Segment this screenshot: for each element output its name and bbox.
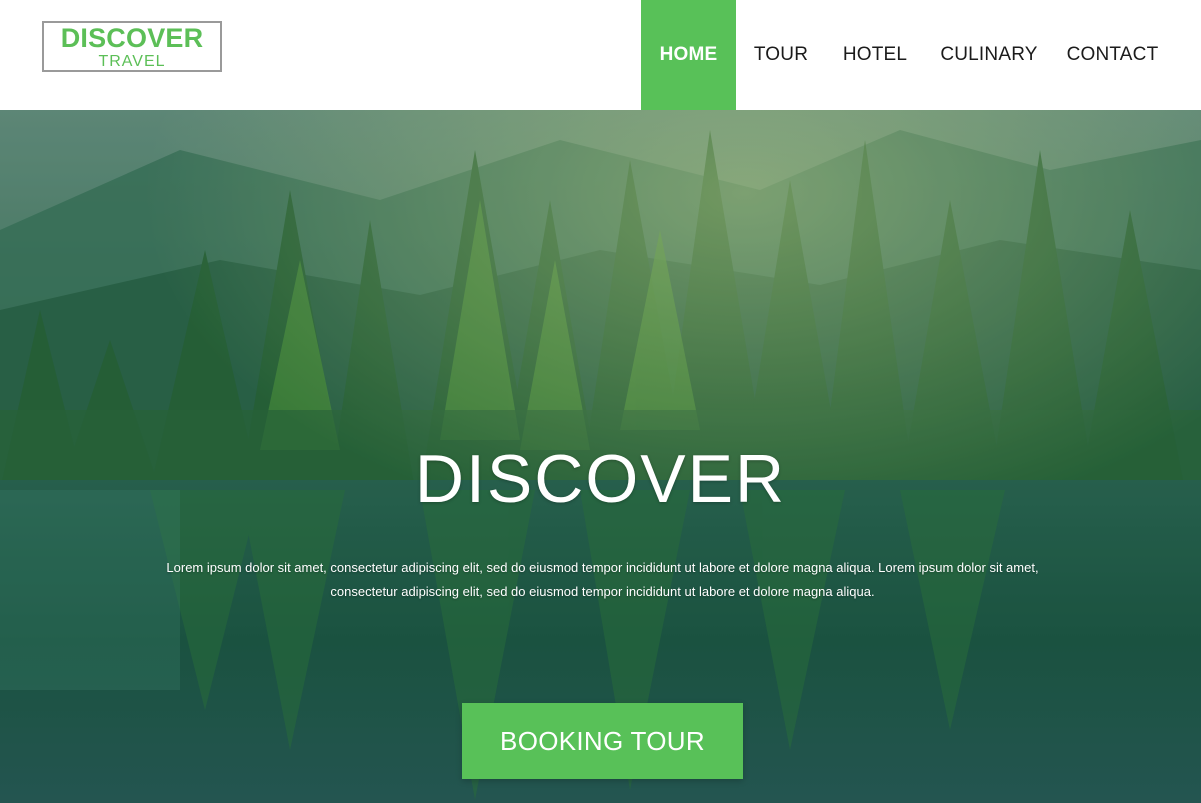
main-nav: HOME TOUR HOTEL CULINARY CONTACT <box>641 0 1171 110</box>
hero-section: DISCOVER Lorem ipsum dolor sit amet, con… <box>0 110 1201 803</box>
nav-item-contact[interactable]: CONTACT <box>1054 0 1171 110</box>
booking-tour-button[interactable]: BOOKING TOUR <box>462 703 743 779</box>
logo-subtitle: TRAVEL <box>98 52 166 70</box>
hero-title: DISCOVER <box>414 441 787 517</box>
logo[interactable]: DISCOVER TRAVEL <box>42 21 222 72</box>
hero-description: Lorem ipsum dolor sit amet, consectetur … <box>166 560 1039 599</box>
nav-item-hotel[interactable]: HOTEL <box>826 0 924 110</box>
nav-item-home[interactable]: HOME <box>641 0 736 110</box>
logo-title: DISCOVER <box>60 22 204 53</box>
nav-item-tour[interactable]: TOUR <box>736 0 826 110</box>
nav-item-culinary[interactable]: CULINARY <box>924 0 1054 110</box>
site-header: DISCOVER TRAVEL HOME TOUR HOTEL CULINARY… <box>0 0 1201 110</box>
